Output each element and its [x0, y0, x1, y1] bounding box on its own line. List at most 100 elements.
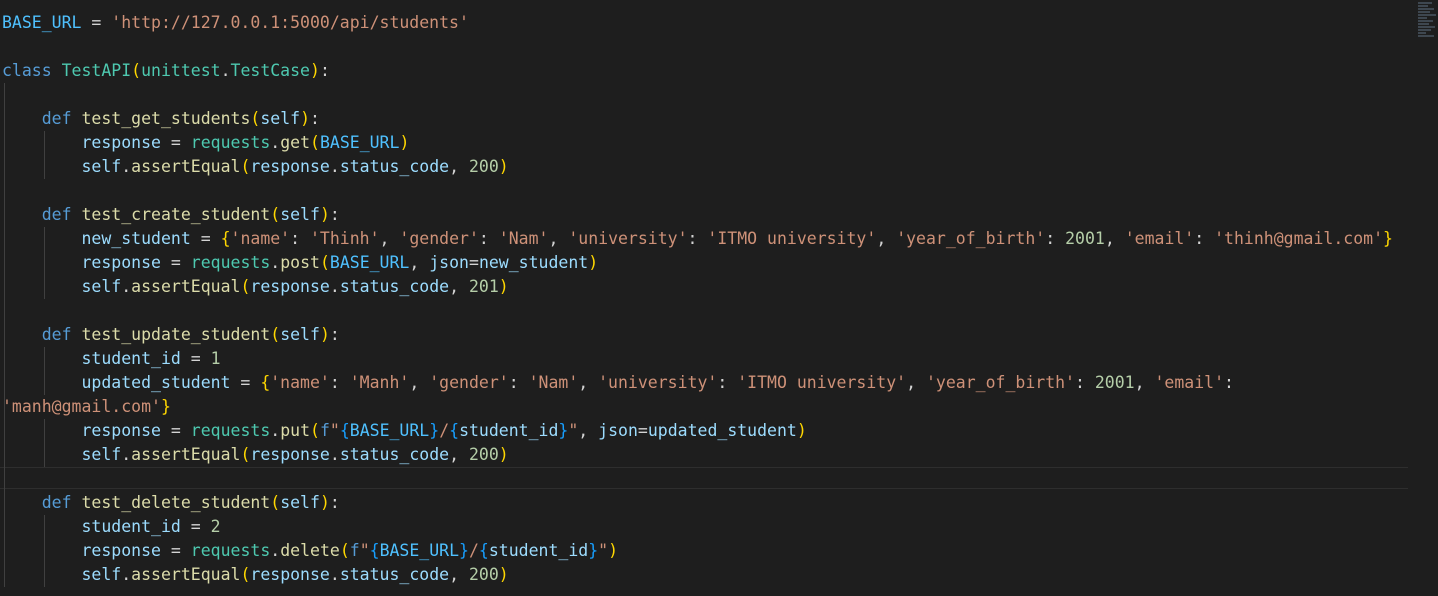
code-token: BASE_URL [349, 421, 430, 440]
code-token: . [329, 157, 340, 176]
code-area[interactable]: BASE_URL = 'http://127.0.0.1:5000/api/st… [2, 11, 1393, 587]
code-token: 'university' [568, 229, 688, 248]
code-token: 200 [468, 157, 499, 176]
code-token: . [121, 157, 132, 176]
code-token: ( [310, 133, 320, 152]
code-token: 2001 [1065, 229, 1105, 248]
code-token: { [220, 229, 231, 248]
indent-guide [4, 395, 5, 419]
code-token: self [81, 565, 122, 584]
indent-guide [4, 443, 5, 467]
code-token: 'name' [230, 229, 291, 248]
code-token: 200 [468, 445, 499, 464]
code-token: def [41, 205, 72, 224]
code-token: , [449, 565, 469, 584]
code-line: def test_get_students(self): [2, 107, 1393, 131]
code-token: ) [399, 133, 410, 152]
code-token: : [1224, 373, 1234, 392]
indent-guide [44, 515, 45, 539]
code-line: response = requests.put(f"{BASE_URL}/{st… [2, 419, 1393, 443]
code-token: ) [319, 325, 330, 344]
code-token: . [121, 445, 132, 464]
code-line: response = requests.get(BASE_URL) [2, 131, 1393, 155]
code-line: self.assertEqual(response.status_code, 2… [2, 155, 1393, 179]
code-token: : [319, 61, 330, 80]
code-token: / [439, 421, 450, 440]
code-token: class [2, 61, 52, 80]
code-token: ) [796, 421, 807, 440]
code-token: , [379, 229, 400, 248]
code-token: BASE_URL [329, 253, 410, 272]
code-token: 'Nam' [498, 229, 549, 248]
code-token: ) [498, 157, 509, 176]
minimap[interactable] [1418, 2, 1436, 50]
code-token: requests [190, 133, 271, 152]
code-token: self [81, 157, 122, 176]
indent-guide [4, 251, 5, 275]
code-token: : [687, 229, 708, 248]
code-token: / [468, 541, 479, 560]
code-token: : [329, 373, 350, 392]
code-token: = [469, 253, 479, 272]
code-token: , [409, 373, 430, 392]
code-token: delete [280, 541, 340, 560]
code-token: ( [270, 205, 281, 224]
code-token: 2 [210, 517, 221, 536]
code-token: ( [131, 61, 142, 80]
code-token: } [1383, 229, 1393, 248]
code-token: , [409, 253, 430, 272]
indent-guide [44, 347, 45, 371]
code-token: response [250, 157, 330, 176]
indent-guide [44, 155, 45, 179]
code-token: } [429, 421, 440, 440]
code-token: 2001 [1094, 373, 1135, 392]
code-token: : [329, 493, 340, 512]
code-token: 'email' [1154, 373, 1225, 392]
code-token: . [121, 277, 132, 296]
code-token: ( [319, 253, 330, 272]
code-token: assertEqual [131, 565, 241, 584]
code-token: test_get_students [81, 109, 251, 128]
code-token: : [478, 229, 499, 248]
code-token: response [81, 541, 161, 560]
code-token: self [81, 445, 122, 464]
code-token: , [578, 421, 599, 440]
code-line: self.assertEqual(response.status_code, 2… [2, 443, 1393, 467]
indent-guide [4, 323, 5, 347]
code-token: assertEqual [131, 157, 241, 176]
indent-guide [4, 539, 5, 563]
code-token: status_code [339, 565, 450, 584]
code-token: updated_student [81, 373, 231, 392]
code-token: : [329, 325, 340, 344]
indent-guide [4, 227, 5, 251]
code-token: = [180, 517, 211, 536]
code-token: { [369, 541, 380, 560]
code-token: } [160, 397, 171, 416]
code-token: test_delete_student [81, 493, 271, 512]
code-line: self.assertEqual(response.status_code, 2… [2, 563, 1393, 587]
code-editor[interactable]: BASE_URL = 'http://127.0.0.1:5000/api/st… [0, 0, 1438, 596]
code-token: = [81, 13, 112, 32]
code-token: ) [498, 565, 509, 584]
code-token: = [160, 421, 191, 440]
code-token: requests [190, 421, 271, 440]
code-token: , [548, 229, 569, 248]
indent-guide [44, 419, 45, 443]
code-token: def [41, 493, 72, 512]
code-line: new_student = {'name': 'Thinh', 'gender'… [2, 227, 1393, 251]
code-token: f [319, 421, 330, 440]
code-token: ) [498, 445, 509, 464]
code-line: BASE_URL = 'http://127.0.0.1:5000/api/st… [2, 11, 1393, 35]
code-token: 'year_of_birth' [896, 229, 1046, 248]
code-token: : [290, 229, 310, 248]
code-token: student_id [81, 349, 181, 368]
